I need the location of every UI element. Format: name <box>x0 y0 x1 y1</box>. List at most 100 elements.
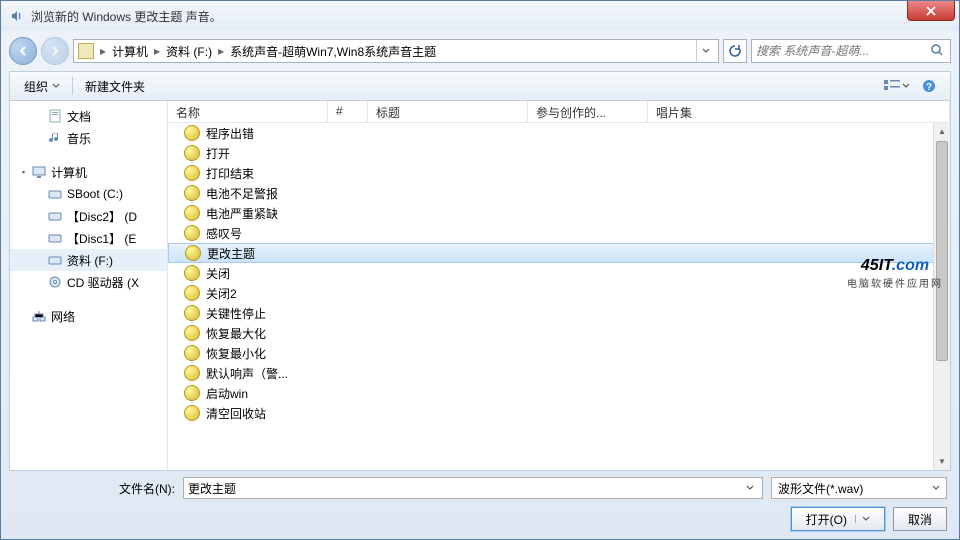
audio-file-icon <box>184 265 200 281</box>
tree-label: 资料 (F:) <box>67 252 113 269</box>
audio-file-icon <box>184 365 200 381</box>
file-row[interactable]: 更改主题 <box>168 243 950 263</box>
chevron-down-icon[interactable] <box>932 484 940 492</box>
audio-file-icon <box>184 385 200 401</box>
audio-file-icon <box>184 185 200 201</box>
titlebar: 浏览新的 Windows 更改主题 声音。 <box>1 1 959 31</box>
file-row[interactable]: 启动win <box>168 383 950 403</box>
tree-label: 【Disc1】 (E <box>67 230 136 247</box>
tree-sboot[interactable]: SBoot (C:) <box>10 183 167 205</box>
file-name: 关键性停止 <box>206 305 266 322</box>
file-name: 电池严重紧缺 <box>206 205 278 222</box>
filename-combo[interactable]: 更改主题 <box>183 477 763 499</box>
tree-disc2[interactable]: 【Disc2】 (D <box>10 205 167 227</box>
file-row[interactable]: 感叹号 <box>168 223 950 243</box>
file-name: 默认响声（警... <box>206 365 288 382</box>
help-button[interactable]: ? <box>914 75 944 97</box>
tree-ziliao[interactable]: 资料 (F:) <box>10 249 167 271</box>
filter-combo[interactable]: 波形文件(*.wav) <box>771 477 947 499</box>
forward-button[interactable] <box>41 37 69 65</box>
file-row[interactable]: 打开 <box>168 143 950 163</box>
tree-network[interactable]: 网络 <box>10 305 167 327</box>
nav-tree: 文档 音乐 ▪计算机 SBoot (C:) 【Disc2】 (D 【Disc1】… <box>10 101 168 470</box>
close-button[interactable] <box>907 1 955 21</box>
file-name: 打印结束 <box>206 165 254 182</box>
breadcrumb-dropdown[interactable] <box>696 40 714 62</box>
svg-text:?: ? <box>926 82 932 93</box>
breadcrumb[interactable]: ▸ 计算机 ▸ 资料 (F:) ▸ 系统声音-超萌Win7,Win8系统声音主题 <box>73 39 719 63</box>
breadcrumb-drive[interactable]: 资料 (F:) <box>162 43 216 60</box>
breadcrumb-sep: ▸ <box>152 44 162 58</box>
file-row[interactable]: 关闭2 <box>168 283 950 303</box>
file-name: 电池不足警报 <box>206 185 278 202</box>
file-row[interactable]: 关键性停止 <box>168 303 950 323</box>
file-name: 恢复最大化 <box>206 325 266 342</box>
file-name: 打开 <box>206 145 230 162</box>
scroll-down[interactable]: ▼ <box>934 453 950 470</box>
tree-documents[interactable]: 文档 <box>10 105 167 127</box>
open-button[interactable]: 打开(O) <box>791 507 885 531</box>
file-name: 启动win <box>206 385 248 402</box>
search-box[interactable] <box>751 39 951 63</box>
filename-label: 文件名(N): <box>9 480 183 497</box>
cancel-button[interactable]: 取消 <box>893 507 947 531</box>
col-title[interactable]: 标题 <box>368 101 528 122</box>
audio-file-icon <box>184 205 200 221</box>
audio-file-icon <box>185 245 201 261</box>
open-file-dialog: 浏览新的 Windows 更改主题 声音。 ▸ 计算机 ▸ 资料 (F:) ▸ … <box>0 0 960 540</box>
file-name: 关闭2 <box>206 285 237 302</box>
view-button[interactable] <box>882 75 912 97</box>
cancel-label: 取消 <box>908 511 932 528</box>
file-row[interactable]: 关闭 <box>168 263 950 283</box>
file-row[interactable]: 电池严重紧缺 <box>168 203 950 223</box>
navbar: ▸ 计算机 ▸ 资料 (F:) ▸ 系统声音-超萌Win7,Win8系统声音主题 <box>9 35 951 67</box>
back-button[interactable] <box>9 37 37 65</box>
file-row[interactable]: 电池不足警报 <box>168 183 950 203</box>
file-row[interactable]: 程序出错 <box>168 123 950 143</box>
tree-label: SBoot (C:) <box>67 187 123 201</box>
breadcrumb-sep: ▸ <box>98 44 108 58</box>
file-row[interactable]: 默认响声（警... <box>168 363 950 383</box>
col-name[interactable]: 名称 <box>168 101 328 122</box>
audio-file-icon <box>184 225 200 241</box>
window-title: 浏览新的 Windows 更改主题 声音。 <box>31 8 222 25</box>
file-row[interactable]: 恢复最小化 <box>168 343 950 363</box>
col-artists[interactable]: 参与创作的... <box>528 101 648 122</box>
refresh-button[interactable] <box>723 39 747 63</box>
audio-file-icon <box>184 345 200 361</box>
filename-value: 更改主题 <box>188 480 742 497</box>
tree-label: 文档 <box>67 108 91 125</box>
tree-music[interactable]: 音乐 <box>10 127 167 149</box>
organize-button[interactable]: 组织 <box>16 76 68 97</box>
col-num[interactable]: # <box>328 101 368 122</box>
file-row[interactable]: 打印结束 <box>168 163 950 183</box>
toolbar: 组织 新建文件夹 ? <box>9 71 951 101</box>
newfolder-button[interactable]: 新建文件夹 <box>77 76 153 97</box>
chevron-down-icon[interactable] <box>742 484 758 492</box>
tree-computer[interactable]: ▪计算机 <box>10 161 167 183</box>
file-name: 关闭 <box>206 265 230 282</box>
tree-label: 计算机 <box>51 164 87 181</box>
filter-value: 波形文件(*.wav) <box>778 480 863 497</box>
file-row[interactable]: 恢复最大化 <box>168 323 950 343</box>
search-icon <box>930 43 946 59</box>
file-row[interactable]: 清空回收站 <box>168 403 950 423</box>
scrollbar[interactable]: ▲ ▼ <box>933 123 950 470</box>
breadcrumb-sep: ▸ <box>216 44 226 58</box>
scroll-thumb[interactable] <box>936 141 948 361</box>
toolbar-sep <box>72 77 73 95</box>
breadcrumb-folder[interactable]: 系统声音-超萌Win7,Win8系统声音主题 <box>226 43 440 60</box>
scroll-up[interactable]: ▲ <box>934 123 950 140</box>
sound-icon <box>9 8 25 24</box>
audio-file-icon <box>184 325 200 341</box>
main-area: 文档 音乐 ▪计算机 SBoot (C:) 【Disc2】 (D 【Disc1】… <box>9 101 951 471</box>
file-name: 更改主题 <box>207 245 255 262</box>
search-input[interactable] <box>756 44 930 58</box>
audio-file-icon <box>184 285 200 301</box>
col-album[interactable]: 唱片集 <box>648 101 950 122</box>
tree-label: 【Disc2】 (D <box>67 208 137 225</box>
tree-cd[interactable]: CD 驱动器 (X <box>10 271 167 293</box>
breadcrumb-computer[interactable]: 计算机 <box>108 43 152 60</box>
file-name: 程序出错 <box>206 125 254 142</box>
tree-disc1[interactable]: 【Disc1】 (E <box>10 227 167 249</box>
